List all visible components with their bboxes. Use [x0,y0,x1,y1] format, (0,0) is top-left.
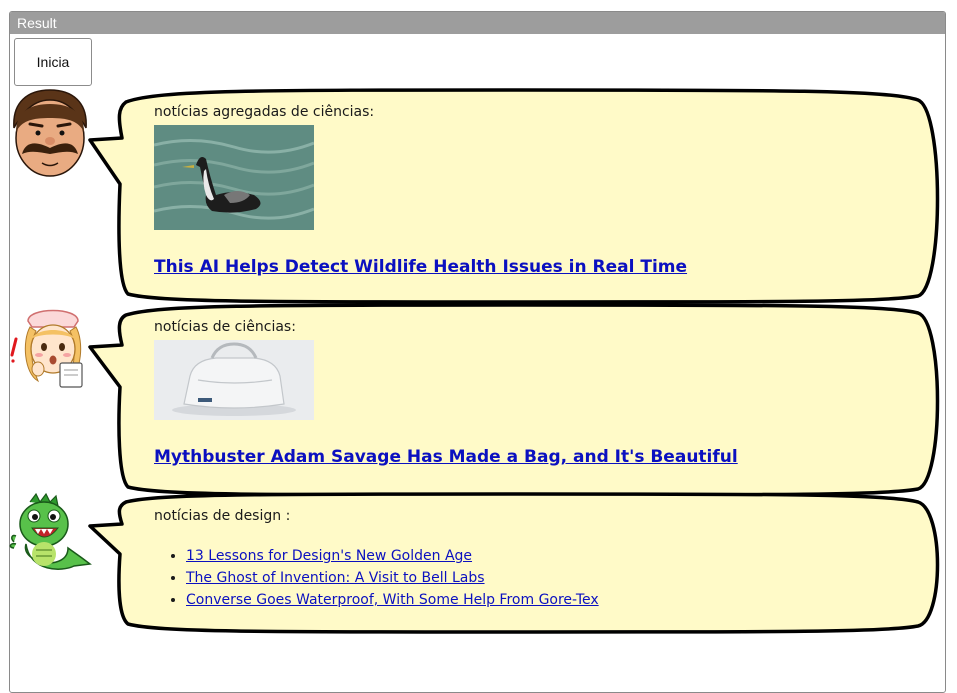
design-news-link[interactable]: Converse Goes Waterproof, With Some Help… [186,592,599,608]
message-1: notícias agregadas de ciências: This AI … [154,104,687,277]
news-thumbnail-bag[interactable] [154,340,314,420]
mustache-man-icon [13,89,87,177]
message-2: notícias de ciências: Mythbuster Adam Sa… [154,319,738,467]
message-label: notícias de ciências: [154,319,296,335]
nurse-icon [10,309,83,388]
green-monster-icon [9,492,92,570]
panel-title: Result [17,15,57,31]
message-3: notícias de design : 13 Lessons for Desi… [154,508,599,611]
message-label: notícias de design : [154,508,291,524]
message-label: notícias agregadas de ciências: [154,104,375,120]
list-item: Converse Goes Waterproof, With Some Help… [186,589,599,611]
design-news-link[interactable]: 13 Lessons for Design's New Golden Age [186,548,472,564]
news-headline-link[interactable]: Mythbuster Adam Savage Has Made a Bag, a… [154,447,738,467]
design-news-link[interactable]: The Ghost of Invention: A Visit to Bell … [186,570,485,586]
news-thumbnail-grebe[interactable] [154,125,314,230]
start-button[interactable]: Inicia [14,38,92,86]
design-news-list: 13 Lessons for Design's New Golden Age T… [154,545,599,611]
list-item: The Ghost of Invention: A Visit to Bell … [186,567,599,589]
result-panel-header: Result [10,12,945,34]
list-item: 13 Lessons for Design's New Golden Age [186,545,599,567]
news-headline-link[interactable]: This AI Helps Detect Wildlife Health Iss… [154,257,687,277]
